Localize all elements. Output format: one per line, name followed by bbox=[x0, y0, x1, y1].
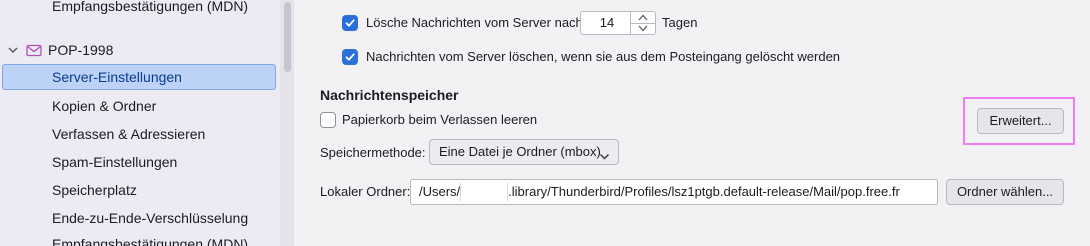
storage-method-label: Speichermethode: bbox=[320, 145, 426, 160]
sidebar-item-junk-settings[interactable]: Spam-Einstellungen bbox=[52, 152, 177, 172]
chevron-down-icon bbox=[599, 146, 610, 170]
local-folder-path-prefix: /Users/ bbox=[419, 184, 461, 199]
delete-after-days-checkbox[interactable] bbox=[342, 15, 358, 31]
mail-account-icon bbox=[26, 43, 42, 57]
delete-from-server-label: Nachrichten vom Server löschen, wenn sie… bbox=[366, 49, 841, 64]
sidebar-item-copies-folders[interactable]: Kopien & Ordner bbox=[52, 96, 156, 116]
account-name: POP-1998 bbox=[48, 42, 114, 58]
choose-folder-button[interactable]: Ordner wählen... bbox=[946, 179, 1064, 205]
account-settings-sidebar: Empfangsbestätigungen (MDN) POP-1998 Ser… bbox=[0, 0, 280, 246]
chevron-down-icon[interactable] bbox=[6, 43, 20, 57]
advanced-button[interactable]: Erweitert... bbox=[977, 108, 1064, 134]
redacted-username bbox=[460, 183, 509, 201]
stepper-up-icon[interactable] bbox=[631, 12, 655, 24]
sidebar-item-composition[interactable]: Verfassen & Adressieren bbox=[52, 124, 205, 144]
days-unit-label: Tagen bbox=[662, 15, 698, 30]
sidebar-item-e2e-encryption[interactable]: Ende-zu-Ende-Verschlüsselung bbox=[52, 208, 248, 228]
sidebar-scrollbar-thumb[interactable] bbox=[284, 2, 291, 72]
local-folder-path-suffix: .library/Thunderbird/Profiles/lsz1ptgb.d… bbox=[508, 184, 900, 199]
days-stepper[interactable]: 14 bbox=[580, 11, 656, 35]
days-value[interactable]: 14 bbox=[581, 15, 633, 30]
storage-method-select[interactable]: Eine Datei je Ordner (mbox) bbox=[429, 139, 619, 165]
sidebar-item-server-settings[interactable]: Server-Einstellungen bbox=[2, 64, 276, 90]
local-folder-input[interactable]: /Users/ .library/Thunderbird/Profiles/ls… bbox=[410, 179, 938, 205]
sidebar-account-pop-1998[interactable]: POP-1998 bbox=[6, 40, 113, 60]
stepper-down-icon[interactable] bbox=[631, 24, 655, 35]
empty-trash-checkbox[interactable] bbox=[320, 112, 336, 128]
message-storage-heading: Nachrichtenspeicher bbox=[320, 87, 459, 103]
server-settings-panel: Lösche Nachrichten vom Server nach 14 Ta… bbox=[294, 0, 1090, 246]
sidebar-item-mdn-top[interactable]: Empfangsbestätigungen (MDN) bbox=[52, 0, 248, 16]
checkmark-icon bbox=[345, 53, 355, 61]
checkmark-icon bbox=[345, 19, 355, 27]
sidebar-item-disk-space[interactable]: Speicherplatz bbox=[52, 180, 137, 200]
storage-method-value: Eine Datei je Ordner (mbox) bbox=[439, 144, 601, 159]
delete-after-days-label: Lösche Nachrichten vom Server nach bbox=[366, 15, 583, 30]
delete-from-server-checkbox[interactable] bbox=[342, 49, 358, 65]
local-folder-label: Lokaler Ordner: bbox=[320, 184, 411, 199]
empty-trash-label: Papierkorb beim Verlassen leeren bbox=[342, 112, 538, 127]
sidebar-item-label: Server-Einstellungen bbox=[52, 69, 182, 85]
sidebar-item-mdn-bottom[interactable]: Empfangsbestätigungen (MDN) bbox=[52, 234, 248, 246]
